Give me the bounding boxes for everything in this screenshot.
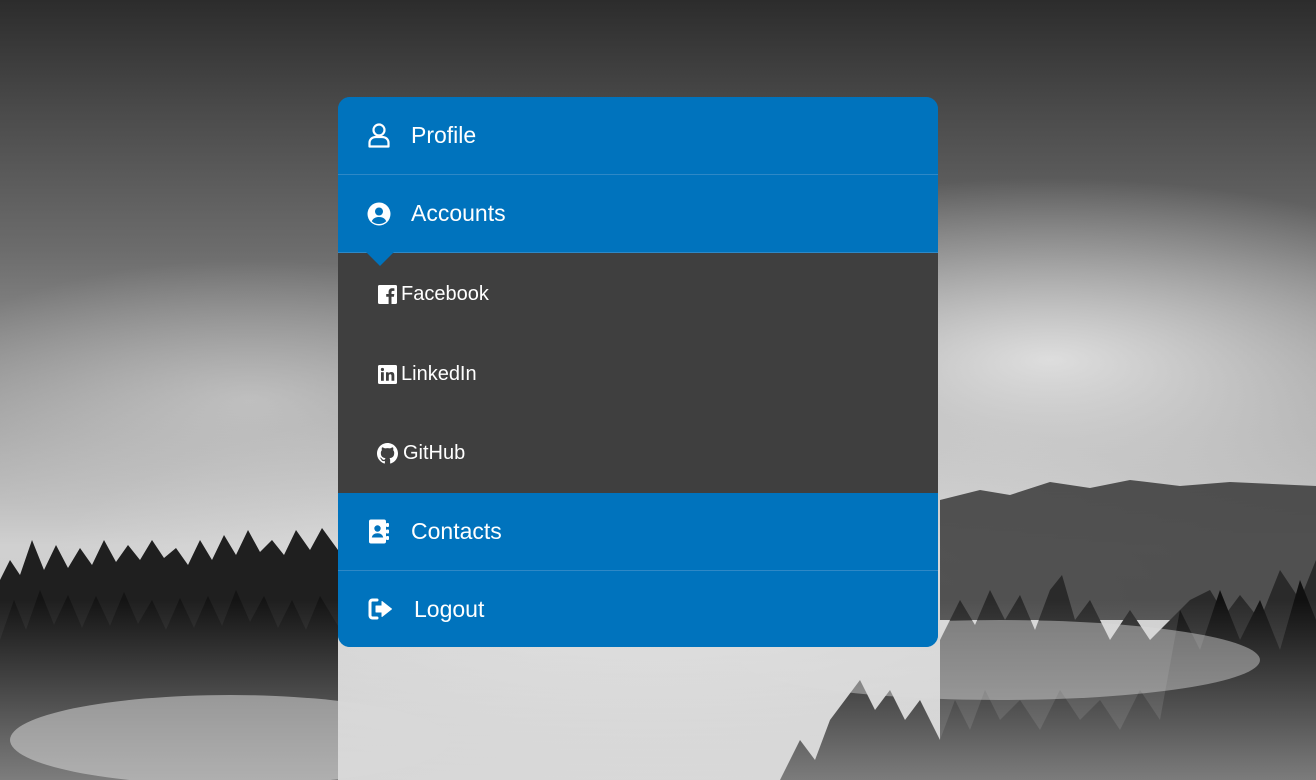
navigation-menu: Profile Accounts Facebook LinkedIn GitHu… (338, 97, 938, 647)
submenu-item-label: GitHub (403, 441, 466, 464)
menu-item-accounts[interactable]: Accounts (338, 175, 938, 266)
facebook-icon (376, 283, 398, 305)
menu-item-label: Profile (411, 122, 477, 148)
menu-item-label: Accounts (411, 200, 506, 226)
submenu-item-label: Facebook (401, 282, 489, 305)
submenu-item-facebook[interactable]: Facebook (338, 253, 938, 335)
accounts-submenu: Facebook LinkedIn GitHub (338, 253, 938, 493)
address-book-icon (366, 519, 392, 545)
menu-item-label: Logout (414, 595, 485, 622)
submenu-item-label: LinkedIn (401, 362, 477, 385)
user-icon (366, 123, 392, 149)
submenu-item-github[interactable]: GitHub (338, 413, 938, 493)
menu-item-label: Contacts (411, 518, 502, 544)
github-icon (376, 442, 398, 464)
menu-item-contacts[interactable]: Contacts (338, 493, 938, 571)
active-indicator-arrow (366, 252, 394, 266)
linkedin-icon (376, 363, 398, 385)
menu-item-profile[interactable]: Profile (338, 97, 938, 175)
menu-item-logout[interactable]: Logout (338, 571, 938, 647)
submenu-item-linkedin[interactable]: LinkedIn (338, 335, 938, 413)
sign-out-icon (367, 596, 393, 622)
user-circle-icon (366, 201, 392, 227)
